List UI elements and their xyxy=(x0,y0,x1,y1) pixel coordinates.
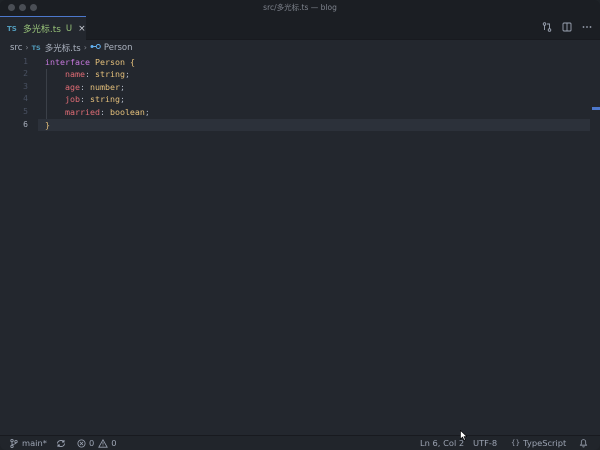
breadcrumb-symbol[interactable]: Person xyxy=(104,43,133,53)
colon-token: : xyxy=(79,94,85,105)
error-icon xyxy=(77,439,86,447)
breadcrumb: src › TS 多光标.ts › Person xyxy=(0,40,600,55)
git-branch-status[interactable]: main* xyxy=(10,438,47,448)
code-line: age: number; xyxy=(45,81,125,94)
mouse-pointer-icon xyxy=(460,430,467,441)
editor-scrollbar[interactable] xyxy=(590,55,600,110)
branch-name: main* xyxy=(22,438,47,448)
property-token: age xyxy=(64,81,80,92)
code-line: } xyxy=(45,119,50,132)
chevron-right-icon: › xyxy=(25,43,29,52)
scrollbar-cursor-marker xyxy=(592,107,600,110)
typescript-file-icon: TS xyxy=(7,24,17,33)
line-number: 2 xyxy=(23,69,28,79)
semicolon-token: ; xyxy=(124,69,130,80)
cursor-position[interactable]: Ln 6, Col 2 xyxy=(420,438,464,448)
editor-window: src/多光标.ts — blog TS 多光标.ts U × src › TS… xyxy=(0,0,600,450)
language-mode-selector[interactable]: { } TypeScript xyxy=(511,438,566,448)
warning-count: 0 xyxy=(111,438,117,448)
type-token: boolean xyxy=(109,106,145,117)
line-number-gutter: 1 2 3 4 5 6 xyxy=(0,55,38,435)
encoding-selector[interactable]: UTF-8 xyxy=(473,438,497,448)
breadcrumb-folder[interactable]: src xyxy=(10,43,22,53)
brace-token: { xyxy=(129,56,135,67)
type-token: Person xyxy=(94,56,125,67)
type-token: string xyxy=(94,69,125,80)
breadcrumb-file[interactable]: 多光标.ts xyxy=(45,42,81,54)
property-token: job xyxy=(64,94,80,105)
typescript-file-icon: TS xyxy=(31,43,41,52)
keyword-token: interface xyxy=(45,56,90,67)
line-number: 1 xyxy=(23,56,28,66)
window-title: src/多光标.ts — blog xyxy=(263,3,337,12)
error-count: 0 xyxy=(89,438,95,448)
line-number-active: 6 xyxy=(23,119,28,129)
type-token: string xyxy=(89,94,120,105)
tab-bar: TS 多光标.ts U × xyxy=(0,16,600,40)
interface-symbol-icon xyxy=(90,43,101,52)
brace-token: } xyxy=(45,119,50,130)
language-name: TypeScript xyxy=(523,438,567,448)
code-line: job: string; xyxy=(45,93,125,106)
line-number: 4 xyxy=(23,94,28,104)
semicolon-token: ; xyxy=(119,81,125,92)
more-actions-icon[interactable] xyxy=(582,22,592,32)
notifications-bell-icon[interactable] xyxy=(579,438,588,448)
split-editor-icon[interactable] xyxy=(562,22,572,32)
colon-token: : xyxy=(99,106,105,117)
tab-close-button[interactable]: × xyxy=(78,24,86,34)
colon-token: : xyxy=(79,81,85,92)
editor-tab-active[interactable]: TS 多光标.ts U × xyxy=(0,16,86,40)
tab-git-status: U xyxy=(65,23,73,34)
semicolon-token: ; xyxy=(144,106,150,117)
line-number: 3 xyxy=(23,81,28,91)
colon-token: : xyxy=(84,69,90,80)
property-token: married xyxy=(64,106,100,117)
code-line: married: boolean; xyxy=(45,106,150,119)
chevron-right-icon: › xyxy=(83,43,87,52)
semicolon-token: ; xyxy=(119,94,125,105)
problems-status[interactable]: 0 0 xyxy=(77,438,117,448)
property-token: name xyxy=(64,69,85,80)
open-changes-icon[interactable] xyxy=(542,22,552,32)
status-bar: main* 0 0 Ln 6, Col 2 UTF-8 { } TypeScri… xyxy=(0,435,600,450)
code-line: interface Person { xyxy=(45,56,135,69)
sync-icon[interactable] xyxy=(56,439,66,448)
tab-filename: 多光标.ts xyxy=(22,25,61,35)
braces-icon: { } xyxy=(511,439,520,447)
code-line: name: string; xyxy=(45,68,130,81)
title-bar: src/多光标.ts — blog xyxy=(0,0,600,16)
editor-actions xyxy=(542,22,592,32)
current-line-highlight xyxy=(38,118,590,132)
type-token: number xyxy=(89,81,120,92)
warning-icon xyxy=(98,438,109,448)
line-number: 5 xyxy=(23,106,28,116)
code-editor[interactable]: 1 2 3 4 5 6 interface Person { name: str… xyxy=(0,55,600,435)
git-branch-icon xyxy=(10,438,18,448)
